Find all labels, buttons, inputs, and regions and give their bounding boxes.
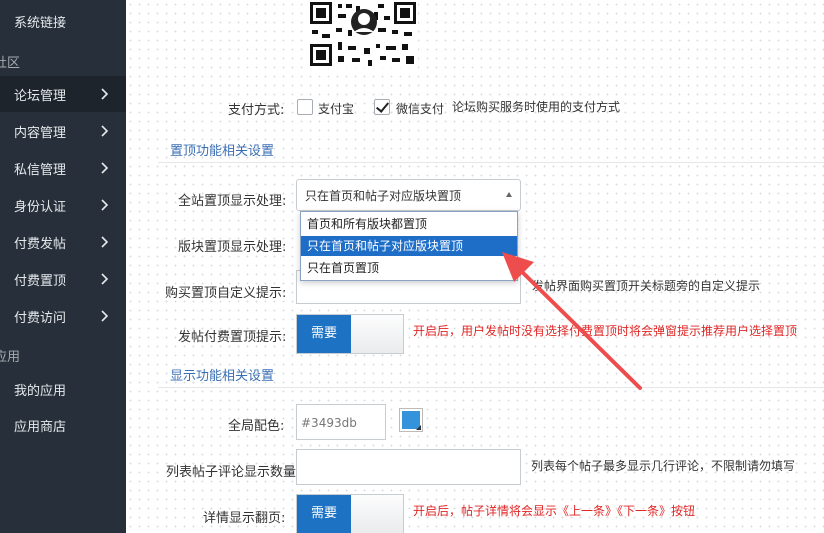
payment-method-label: 支付方式: — [228, 103, 285, 118]
sidebar-item-identity[interactable]: 身份认证 — [0, 187, 126, 223]
alipay-label: 支付宝 — [318, 102, 355, 116]
sidebar-item-label: 私信管理 — [14, 162, 67, 178]
site-top-label: 全站置顶显示处理: — [178, 194, 287, 209]
chevron-right-icon — [101, 310, 109, 322]
sidebar-item-label: 付费发帖 — [14, 236, 67, 252]
sidebar-item-paid-top[interactable]: 付费置顶 — [0, 261, 126, 297]
sidebar-item-messages[interactable]: 私信管理 — [0, 150, 126, 186]
dropdown-option-selected[interactable]: 只在首页和帖子对应版块置顶 — [301, 236, 517, 256]
payment-hint: 论坛购买服务时使用的支付方式 — [452, 100, 621, 114]
post-top-toggle[interactable]: 需要 — [296, 314, 404, 354]
toggle-knob — [351, 495, 403, 533]
theme-color-label: 全局配色: — [228, 419, 285, 434]
comment-count-input[interactable] — [296, 449, 521, 485]
board-top-label: 版块置顶显示处理: — [178, 240, 287, 255]
site-top-select-value: 只在首页和帖子对应版块置顶 — [305, 189, 462, 203]
caret-up-icon — [506, 192, 512, 197]
toggle-knob — [351, 315, 403, 353]
alipay-checkbox[interactable] — [297, 99, 313, 115]
sidebar-item-label: 身份认证 — [14, 199, 67, 215]
sidebar-item-label: 付费置顶 — [14, 273, 67, 289]
color-picker-swatch[interactable] — [399, 408, 423, 432]
site-top-dropdown: 首页和所有版块都置顶 只在首页和帖子对应版块置顶 只在首页置顶 — [300, 211, 518, 281]
section-divider — [158, 387, 824, 388]
chevron-right-icon — [101, 125, 109, 137]
sidebar-item-app-store[interactable]: 应用商店 — [0, 407, 126, 443]
sidebar-item-content[interactable]: 内容管理 — [0, 113, 126, 149]
theme-color-input[interactable]: #3493db — [296, 404, 386, 440]
wechat-pay-checkbox[interactable] — [374, 99, 390, 115]
chevron-right-icon — [101, 273, 109, 285]
section-title-top-settings: 置顶功能相关设置 — [170, 144, 275, 159]
toggle-on-label: 需要 — [297, 495, 351, 533]
sidebar-item-label: 应用商店 — [14, 419, 67, 435]
sidebar-item-label: 我的应用 — [14, 383, 67, 399]
comment-count-label: 列表帖子评论显示数量: — [166, 465, 301, 480]
sidebar-item-label: 内容管理 — [14, 125, 67, 141]
sidebar-section-community: 社区 — [0, 56, 21, 71]
comment-count-hint: 列表每个帖子最多显示几行评论，不限制请勿填写 — [531, 459, 796, 473]
sidebar-item-my-apps[interactable]: 我的应用 — [0, 371, 126, 407]
sidebar-item-paid-access[interactable]: 付费访问 — [0, 298, 126, 334]
sidebar-item-paid-post[interactable]: 付费发帖 — [0, 224, 126, 260]
chevron-right-icon — [101, 236, 109, 248]
buy-top-label: 购买置顶自定义提示: — [165, 286, 287, 301]
sidebar-item-label: 论坛管理 — [14, 88, 67, 104]
chevron-right-icon — [101, 199, 109, 211]
chevron-right-icon — [101, 162, 109, 174]
sidebar-item-system-links[interactable]: 系统链接 — [0, 3, 126, 39]
post-top-hint: 开启后，用户发帖时没有选择付费置顶时将会弹窗提示推荐用户选择置顶 — [413, 324, 798, 338]
site-top-select[interactable]: 只在首页和帖子对应版块置顶 — [296, 179, 521, 211]
sidebar: 系统链接 社区 论坛管理 内容管理 私信管理 身份认证 付费发帖 付费置顶 付费… — [0, 0, 126, 533]
post-top-label: 发帖付费置顶提示: — [178, 330, 287, 345]
dropdown-option[interactable]: 只在首页置顶 — [301, 258, 517, 278]
buy-top-hint: 发帖界面购买置顶开关标题旁的自定义提示 — [532, 279, 761, 293]
detail-nav-label: 详情显示翻页: — [203, 511, 286, 526]
qr-code-image — [308, 0, 418, 68]
toggle-on-label: 需要 — [297, 315, 351, 353]
sidebar-item-label: 系统链接 — [14, 15, 67, 31]
theme-color-placeholder: #3493db — [301, 416, 357, 430]
detail-nav-hint: 开启后，帖子详情将会显示《上一条》《下一条》按钮 — [413, 504, 696, 518]
sidebar-item-forum[interactable]: 论坛管理 — [0, 76, 126, 112]
wechat-pay-label: 微信支付 — [396, 102, 445, 116]
sidebar-item-label: 付费访问 — [14, 310, 67, 326]
section-title-display-settings: 显示功能相关设置 — [170, 369, 275, 384]
section-divider — [158, 162, 824, 163]
detail-nav-toggle[interactable]: 需要 — [296, 494, 404, 533]
dropdown-option[interactable]: 首页和所有版块都置顶 — [301, 214, 517, 234]
chevron-right-icon — [101, 88, 109, 100]
sidebar-section-apps: 应用 — [0, 350, 21, 365]
dropdown-corner-icon — [416, 425, 421, 430]
